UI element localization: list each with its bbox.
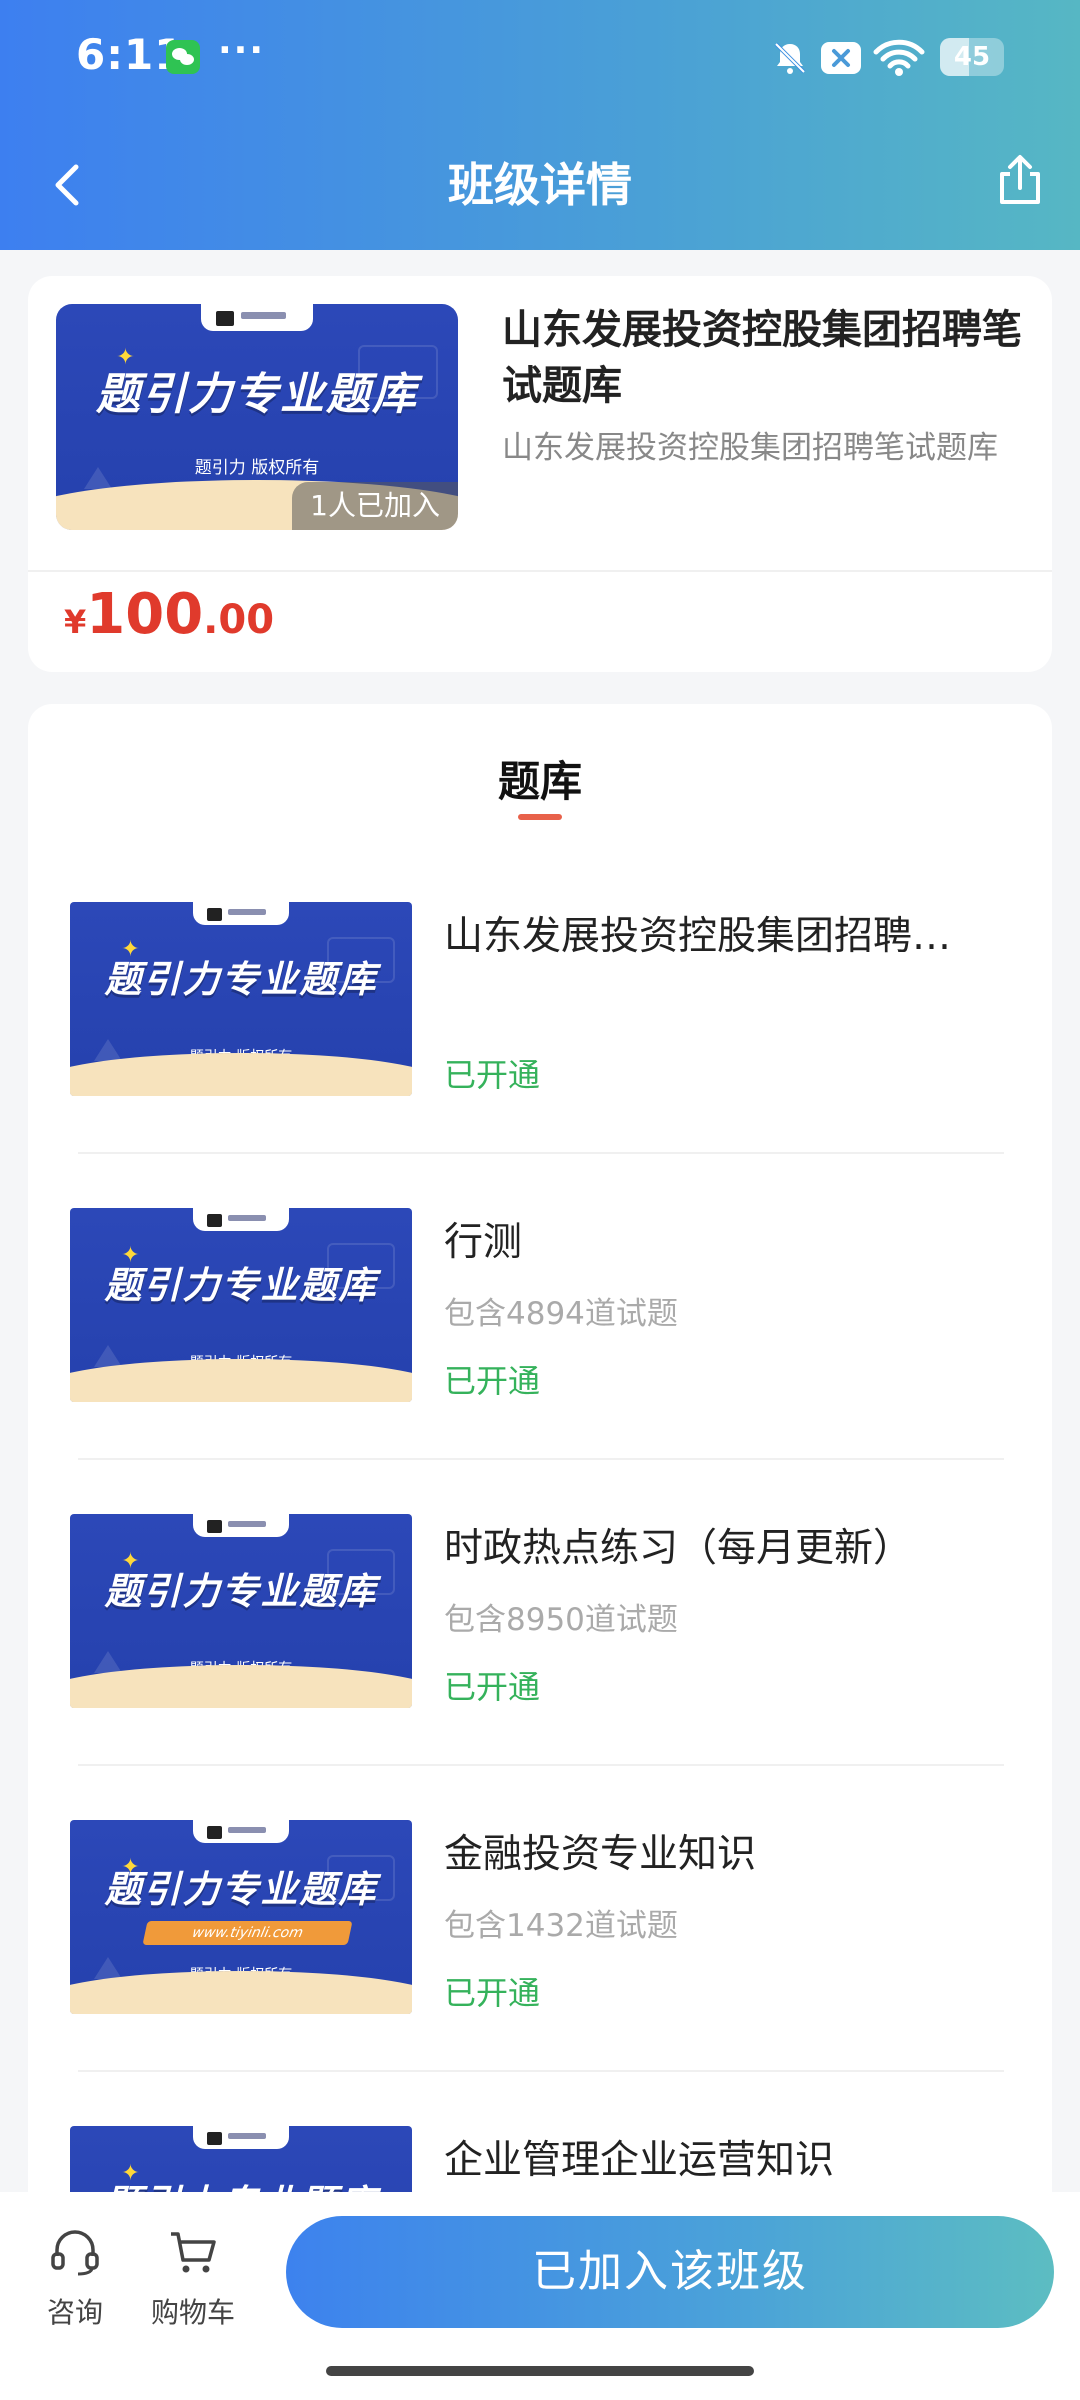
bank-name: 时政热点练习（每月更新） [444, 1526, 913, 1571]
bank-name: 金融投资专业知识 [444, 1832, 757, 1877]
bank-status: 已开通 [444, 1974, 541, 2012]
bank-question-count: 包含4894道试题 [444, 1296, 678, 1332]
price-symbol: ¥ [64, 603, 87, 641]
price-decimal: .00 [203, 597, 275, 643]
home-indicator[interactable] [326, 2366, 754, 2376]
cart-icon [171, 2232, 216, 2273]
wifi-icon [873, 39, 925, 76]
banner-title: 题引力专业题库 [104, 957, 378, 1001]
class-card: ✦ 题引力专业题库 题引力 版权所有 1人已加入 山东发展投资控股集团招聘笔试题… [28, 276, 1052, 672]
banner-title: 题引力专业题库 [104, 1867, 378, 1911]
divider [78, 1458, 1004, 1460]
divider [78, 1152, 1004, 1154]
bank-list-panel: 题库 ✦ 题引力专业题库 题引力 版权所有 山东发展投资控股集团招聘… 已开通 … [28, 704, 1052, 2320]
wechat-icon [166, 40, 200, 74]
bank-name: 企业管理企业运营知识 [444, 2138, 835, 2183]
consult-button[interactable]: 咨询 [20, 2228, 130, 2331]
banner-title: 题引力专业题库 [104, 1263, 378, 1307]
bank-question-count: 包含1432道试题 [444, 1908, 678, 1944]
battery-icon: 45 [940, 38, 1004, 76]
close-badge-icon [821, 42, 861, 74]
bank-item[interactable]: ✦ 题引力专业题库 题引力 版权所有 山东发展投资控股集团招聘… 已开通 [28, 902, 1052, 1208]
share-icon[interactable] [990, 150, 1050, 210]
joined-class-button[interactable]: 已加入该班级 [286, 2216, 1054, 2328]
bank-status: 已开通 [444, 1056, 541, 1094]
section-underline [518, 814, 562, 820]
banner-copyright: 题引力 版权所有 [194, 458, 320, 479]
logo-tab [200, 304, 314, 332]
divider [78, 1764, 1004, 1766]
price-integer: 100 [86, 582, 204, 647]
cart-button[interactable]: 购物车 [138, 2228, 248, 2331]
page-title: 班级详情 [448, 158, 632, 212]
class-title: 山东发展投资控股集团招聘笔试题库 [502, 307, 1022, 409]
bank-cover-image: ✦ 题引力专业题库 题引力 版权所有 [70, 1514, 412, 1708]
divider [78, 2070, 1004, 2072]
class-price: ¥100.00 [64, 582, 274, 647]
class-subtitle: 山东发展投资控股集团招聘笔试题库 [502, 430, 998, 466]
bank-name: 行测 [444, 1220, 523, 1265]
bank-cover-image: ✦ 题引力专业题库 www.tiyinli.com 题引力 版权所有 [70, 1820, 412, 2014]
bank-cover-image: ✦ 题引力专业题库 题引力 版权所有 [70, 902, 412, 1096]
class-cover-image: ✦ 题引力专业题库 题引力 版权所有 1人已加入 [56, 304, 458, 530]
cart-label: 购物车 [150, 2296, 235, 2329]
banner-title: 题引力专业题库 [96, 369, 418, 421]
bank-item[interactable]: ✦ 题引力专业题库 www.tiyinli.com 题引力 版权所有 金融投资专… [28, 1820, 1052, 2126]
section-title: 题库 [497, 757, 582, 806]
consult-label: 咨询 [46, 2296, 103, 2329]
battery-level: 45 [953, 42, 991, 72]
joined-count-badge: 1人已加入 [292, 482, 458, 530]
bank-status: 已开通 [444, 1362, 541, 1400]
status-bar: 6:11 ··· 45 [0, 0, 1080, 120]
more-dots: ··· [218, 30, 266, 71]
bank-item[interactable]: ✦ 题引力专业题库 题引力 版权所有 时政热点练习（每月更新） 包含8950道试… [28, 1514, 1052, 1820]
bank-question-count: 包含8950道试题 [444, 1602, 678, 1638]
bank-cover-image: ✦ 题引力专业题库 题引力 版权所有 [70, 1208, 412, 1402]
banner-url: www.tiyinli.com [142, 1920, 353, 1945]
header: 6:11 ··· 45 班级详情 [0, 0, 1080, 250]
banner-title: 题引力专业题库 [104, 1569, 378, 1613]
headset-icon [51, 2230, 99, 2276]
divider [28, 570, 1052, 572]
mute-bell-icon [774, 42, 806, 74]
bank-status: 已开通 [444, 1668, 541, 1706]
bank-name: 山东发展投资控股集团招聘… [444, 914, 952, 959]
bank-item[interactable]: ✦ 题引力专业题库 题引力 版权所有 行测 包含4894道试题 已开通 [28, 1208, 1052, 1514]
nav-bar: 班级详情 [0, 135, 1080, 235]
